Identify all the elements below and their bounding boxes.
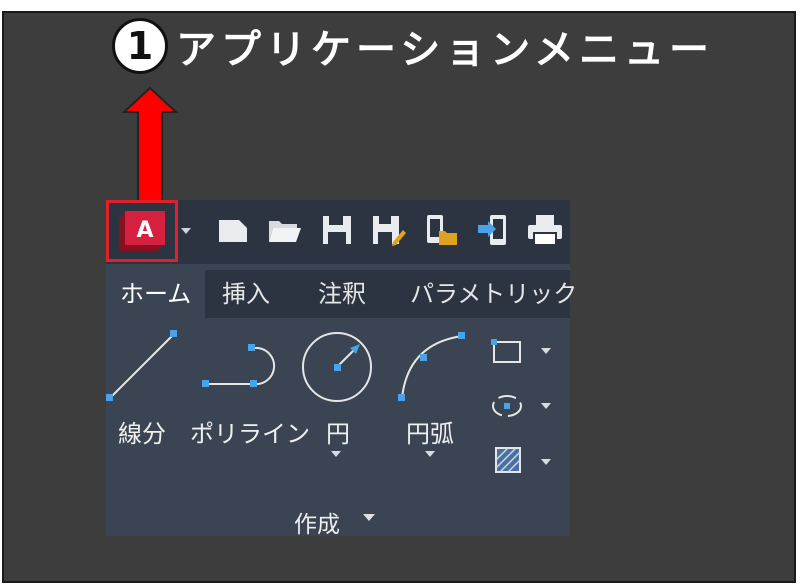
app-menu-letter: A [136,218,153,243]
publish-icon[interactable] [474,210,512,250]
ribbon-tabs: ホーム 挿入 注釈 パラメトリック [106,270,577,318]
line-tool-label[interactable]: 線分 [118,414,166,449]
tab-insert[interactable]: 挿入 [222,270,270,318]
application-menu-button[interactable]: A [115,209,167,253]
chevron-down-icon[interactable] [180,226,192,236]
new-file-icon[interactable] [214,210,252,250]
panel-title-create[interactable]: 作成 [294,505,340,539]
rectangle-icon[interactable] [490,338,524,366]
open-folder-icon[interactable] [266,210,304,250]
callout-title: アプリケーションメニュー [176,27,714,73]
ellipse-dropdown-icon[interactable] [540,402,552,410]
tab-annotate[interactable]: 注釈 [318,270,366,318]
tab-home[interactable]: ホーム [106,270,206,318]
polyline-tool-label[interactable]: ポリライン [190,414,310,449]
hatch-dropdown-icon[interactable] [540,458,552,466]
save-icon[interactable] [318,210,356,250]
ellipse-icon[interactable] [490,392,524,420]
tab-parametric[interactable]: パラメトリック [410,270,577,318]
open-from-mobile-icon[interactable] [422,210,460,250]
quick-access-toolbar: A [106,200,570,264]
print-icon[interactable] [526,210,564,250]
hatch-icon[interactable] [492,444,524,476]
rectangle-dropdown-icon[interactable] [540,347,552,355]
arc-icon[interactable] [394,330,470,406]
callout: 1 アプリケーションメニュー [112,18,714,74]
autocad-panel: A ホーム 挿入 注釈 パラメトリック 線分 ポリライン 円 円弧 作成 [106,200,577,539]
up-arrow-icon [121,86,179,207]
line-icon[interactable] [106,328,182,404]
application-menu-highlight: A [106,200,178,262]
panel-expand-icon[interactable] [362,513,376,522]
save-as-icon[interactable] [370,210,408,250]
arc-dropdown-icon[interactable] [424,450,436,458]
circle-tool-label[interactable]: 円 [326,414,350,449]
arc-tool-label[interactable]: 円弧 [406,414,454,449]
polyline-icon[interactable] [202,340,282,390]
step-number-badge: 1 [112,18,168,74]
circle-dropdown-icon[interactable] [330,450,342,458]
circle-icon[interactable] [300,330,376,406]
